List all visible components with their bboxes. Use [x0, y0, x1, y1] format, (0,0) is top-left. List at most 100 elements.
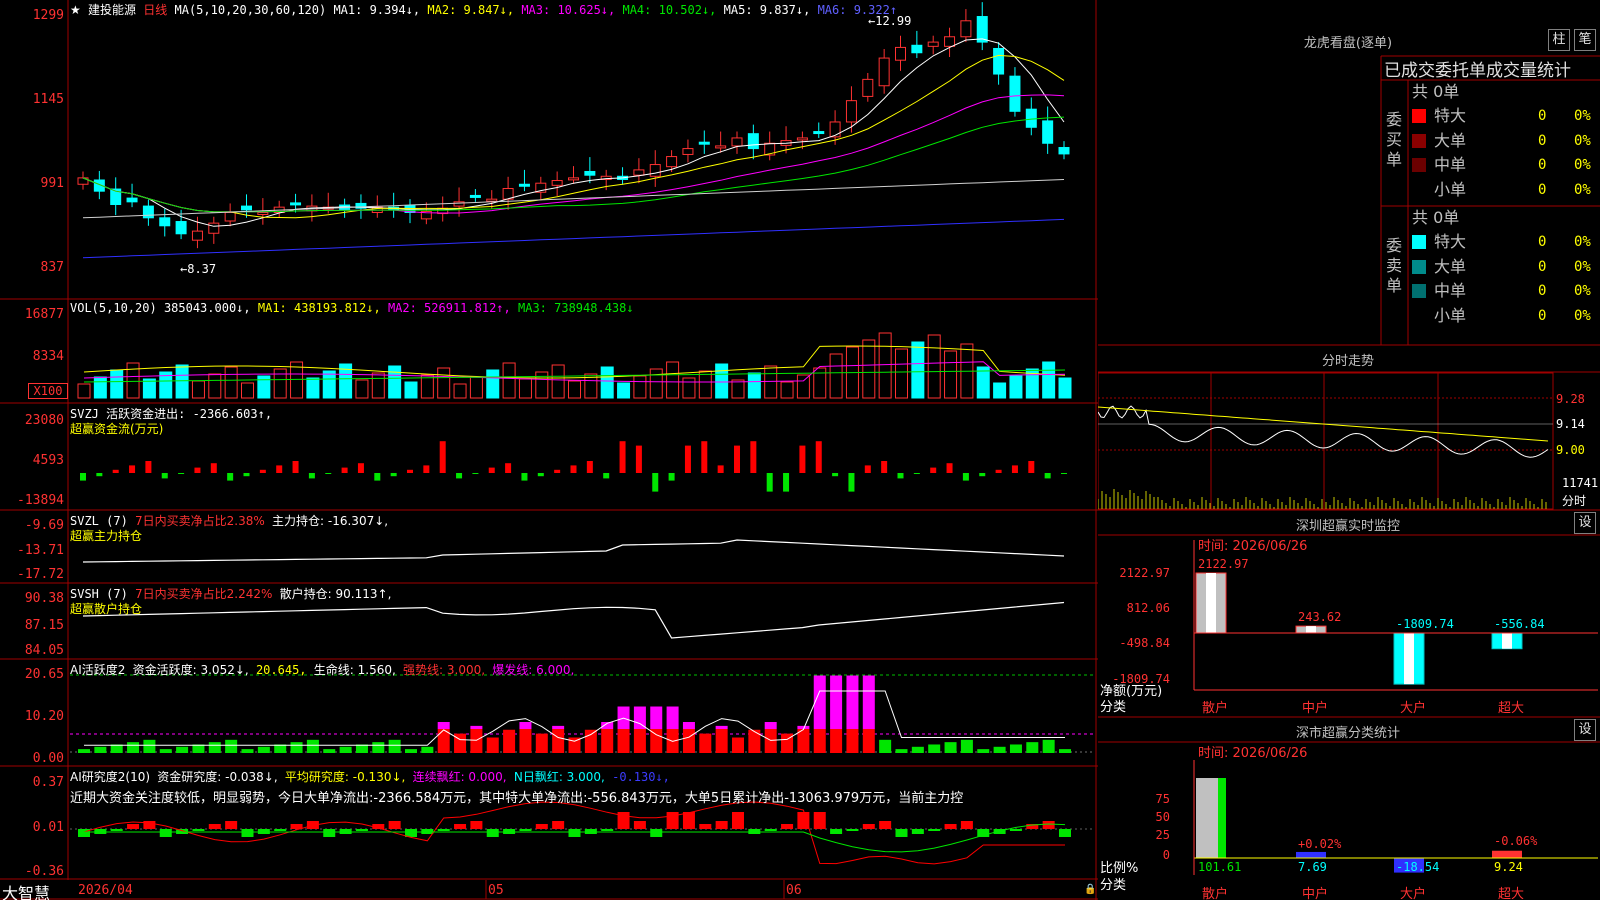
research-bar: [1009, 829, 1022, 831]
activity-bar: [306, 739, 319, 753]
sell-row-pct-2: 0%: [1574, 283, 1591, 299]
activity-bar: [944, 742, 957, 753]
fund-flow-bar: [1044, 473, 1051, 479]
activity-burst-bar: [813, 675, 826, 729]
volume-bar: [126, 362, 140, 399]
fund-flow-bar: [407, 469, 413, 473]
candle-body: [895, 46, 906, 61]
fund-flow-bar: [652, 473, 659, 492]
fund-flow-bar: [521, 473, 528, 481]
sz-monitor-cat-3: 大户: [1400, 701, 1427, 716]
fund-flow-bar: [766, 473, 773, 492]
ma-line-3: [82, 94, 1065, 214]
fund-flow-bar: [194, 467, 201, 473]
sz-class-settings-button[interactable]: 设: [1574, 719, 1596, 741]
volume-bar: [142, 378, 156, 399]
sz-class-cat-4: 超大: [1498, 887, 1525, 900]
research-bar: [110, 829, 123, 831]
research-bar: [225, 821, 238, 829]
candle-body: [698, 141, 710, 145]
svzl-name: SVZL (7): [70, 514, 128, 528]
stock-name[interactable]: 建投能源: [88, 3, 136, 17]
activity-bar: [535, 733, 548, 753]
volume-bar: [93, 376, 107, 399]
fund-flow-bar: [210, 463, 217, 473]
sz-class-top-4: -0.06%: [1494, 834, 1538, 848]
buy-row-pct-1: 0%: [1574, 132, 1591, 149]
activity-burst-bar: [682, 722, 695, 729]
brand-logo[interactable]: 大智慧: [2, 880, 50, 900]
fund-flow-bar: [456, 473, 463, 479]
activity-bar: [993, 746, 1006, 753]
fund-flow-bar: [1061, 473, 1067, 474]
kline-y-2: 1145: [32, 92, 64, 107]
fund-flow-bar: [815, 441, 822, 473]
volume-bar: [747, 372, 761, 399]
candle-body: [682, 148, 694, 155]
intraday-vol-label: 11741: [1562, 476, 1599, 490]
lock-icon[interactable]: 🔒: [1084, 884, 1096, 895]
activity-bar: [601, 729, 614, 753]
ai-active-burst: 爆发线: 6.000,: [492, 663, 575, 677]
ma3-value: MA3: 10.625↓,: [521, 3, 616, 17]
activity-bar: [977, 749, 990, 753]
sz-class-bar-accent-1: [1218, 778, 1226, 858]
activity-bar: [1009, 744, 1022, 753]
fund-flow-bar: [80, 473, 86, 481]
volume-bar: [437, 367, 451, 399]
vol-y-1: 16877: [24, 307, 64, 322]
volume-bar: [911, 341, 925, 399]
volume-bar: [780, 381, 794, 399]
candle-body: [584, 170, 596, 176]
activity-bar: [650, 729, 663, 753]
volume-bar: [764, 365, 778, 399]
sell-row-pct-3: 0%: [1574, 307, 1591, 324]
research-bar: [764, 829, 777, 831]
sell-row-swatch-1: [1412, 259, 1426, 274]
fund-flow-bar: [374, 473, 381, 481]
svzl-y-3: -17.72: [17, 567, 64, 582]
fund-flow-bar: [341, 467, 348, 473]
activity-bar: [748, 729, 761, 753]
sz-monitor-settings-button[interactable]: 设: [1574, 512, 1596, 534]
volume-bar: [1042, 361, 1056, 399]
activity-burst-bar: [437, 722, 450, 729]
sz-monitor-y-2: 812.06: [1126, 601, 1170, 615]
ai-research-header: AI研究度2(10) 资金研究度: -0.038↓, 平均研究度: -0.130…: [70, 768, 670, 785]
svzj-y-2: 4593: [32, 453, 64, 468]
activity-bar: [911, 746, 924, 753]
sz-class-cat-3: 大户: [1400, 887, 1427, 900]
research-bar: [535, 824, 548, 829]
ma-line-5: [82, 179, 1065, 219]
sell-row-label-3: 小单: [1434, 305, 1467, 325]
volume-bar: [208, 373, 222, 399]
sz-monitor-bar-highlight-2: [1306, 626, 1316, 633]
ai-research-nph: N日飘红: 3.000,: [513, 770, 605, 784]
candle-body: [1058, 147, 1070, 155]
sz-monitor-val-1: 2122.97: [1198, 557, 1249, 571]
ma-line-4: [82, 116, 1065, 213]
activity-bar: [241, 749, 254, 753]
kline-header: ★ 建投能源 日线 MA(5,10,20,30,60,120) MA1: 9.3…: [70, 1, 897, 18]
period-label[interactable]: 日线: [143, 3, 167, 17]
sell-row-swatch-0: [1412, 235, 1426, 249]
bar-mode-button[interactable]: 柱: [1548, 29, 1570, 51]
activity-bar: [372, 742, 385, 753]
research-bar: [732, 812, 744, 829]
ai-research-commentary: 近期大资金关注度较低，明显弱势，今日大单净流出:-2366.584万元，其中特大…: [70, 791, 964, 806]
activity-bar: [225, 739, 238, 753]
ai-active-y-3: 0.00: [32, 751, 64, 766]
vol-unit-badge[interactable]: X100: [28, 383, 68, 399]
chart-layer: [77, 2, 1072, 865]
volume-bar: [698, 370, 712, 399]
fund-flow-bar: [423, 465, 430, 473]
volume-bar: [617, 382, 631, 399]
candle-body: [960, 20, 972, 38]
tick-mode-button[interactable]: 笔: [1574, 29, 1596, 51]
main-chart-area[interactable]: ★ 建投能源 日线 MA(5,10,20,30,60,120) MA1: 9.3…: [0, 0, 1098, 900]
activity-bar: [830, 729, 843, 753]
star-icon[interactable]: ★: [70, 3, 81, 17]
activity-bar: [470, 729, 483, 753]
volume-bar: [322, 370, 336, 399]
volume-bar: [715, 363, 729, 399]
